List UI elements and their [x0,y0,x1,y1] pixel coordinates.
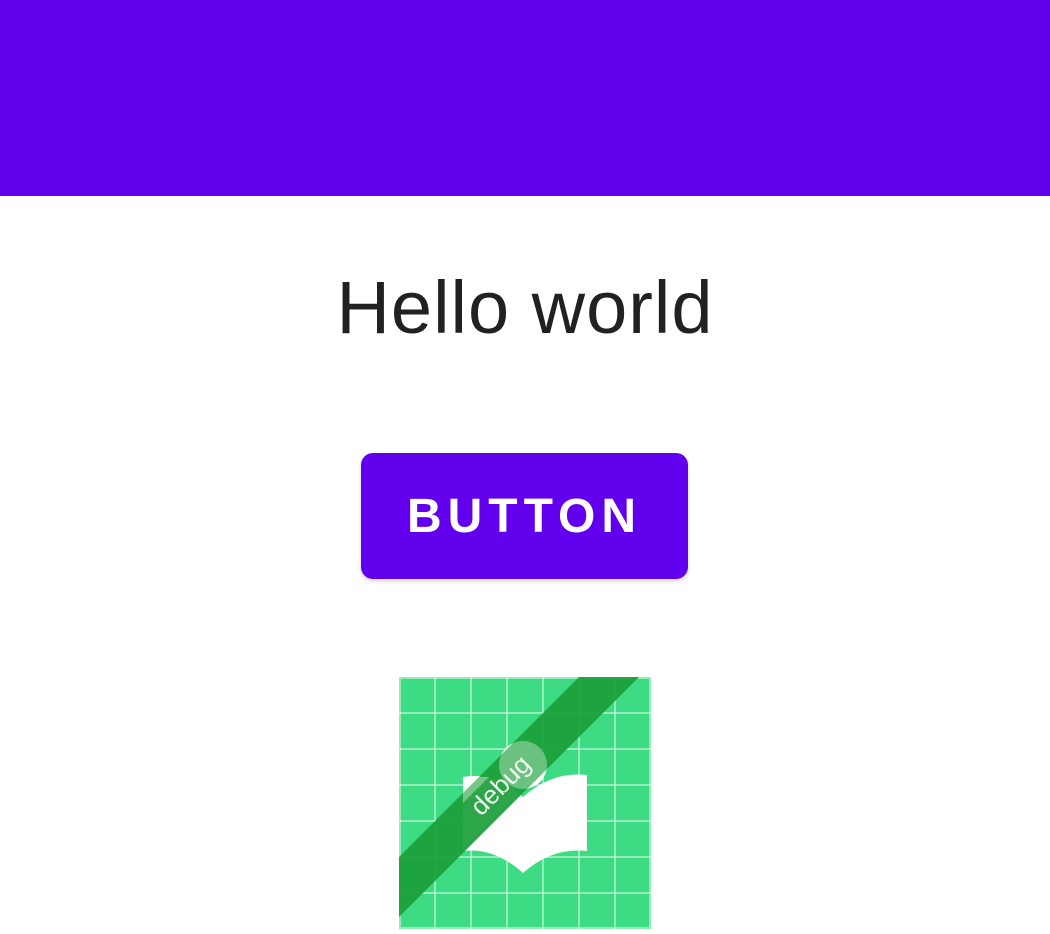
app-bar [0,0,1050,196]
greeting-text: Hello world [336,266,714,349]
launcher-icon-graphic: debug [399,677,651,929]
app-launcher-icon: debug [399,677,651,929]
primary-button-label: BUTTON [406,489,643,543]
primary-button[interactable]: BUTTON [361,453,688,579]
